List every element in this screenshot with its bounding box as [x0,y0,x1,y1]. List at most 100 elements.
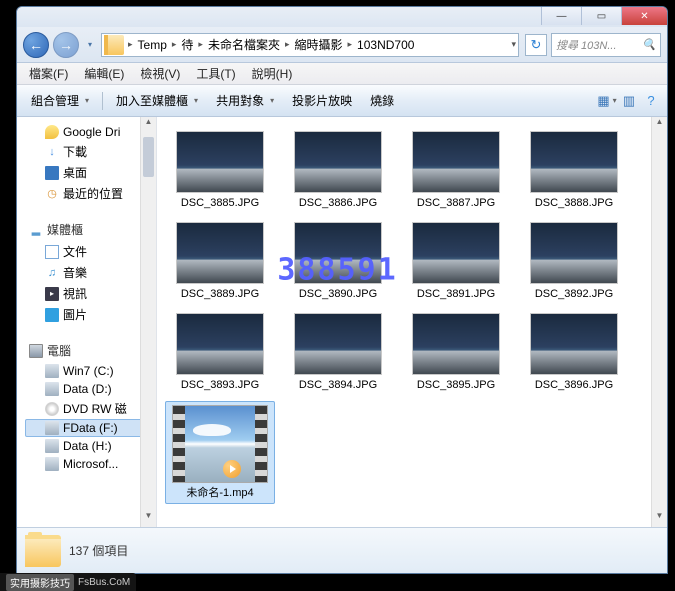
scroll-up-icon[interactable]: ▲ [141,117,156,133]
nav-scrollbar[interactable]: ▲ ▼ [140,117,156,527]
breadcrumb-seg[interactable]: Temp [135,34,170,56]
forward-button[interactable]: → [53,32,79,58]
scroll-thumb[interactable] [143,137,154,177]
file-name: DSC_3895.JPG [417,379,495,392]
file-item[interactable]: DSC_3887.JPG [401,127,511,214]
file-item[interactable]: DSC_3895.JPG [401,309,511,396]
file-item[interactable]: DSC_3885.JPG [165,127,275,214]
search-input[interactable]: 搜尋 103N... 🔍 [551,33,661,57]
file-name: DSC_3886.JPG [299,197,377,210]
menu-help[interactable]: 說明(H) [244,63,301,84]
sidebar-item-drive-h[interactable]: Data (H:) [25,437,156,455]
nav-history-dropdown[interactable]: ▾ [83,34,97,56]
image-thumbnail [412,313,500,375]
download-icon: ↓ [45,145,59,159]
separator [102,92,103,110]
chevron-right-icon[interactable]: ▸ [283,39,292,50]
close-button[interactable]: ✕ [621,7,667,25]
file-item[interactable]: DSC_3886.JPG [283,127,393,214]
image-thumbnail [530,313,618,375]
hdd-icon [45,382,59,396]
sidebar-item-label: 音樂 [63,264,87,281]
sidebar-item-documents[interactable]: 文件 [25,241,156,262]
file-name: DSC_3893.JPG [181,379,259,392]
sidebar-item-dvd[interactable]: DVD RW 磁 [25,398,156,419]
include-library-button[interactable]: 加入至媒體櫃 [108,89,206,112]
explorer-body: Google Dri ↓下載 桌面 ◷最近的位置 ▂媒體櫃 文件 ♫ 音樂 ▸視訊… [17,117,667,527]
sidebar-item-drive-c[interactable]: Win7 (C:) [25,362,156,380]
preview-pane-button[interactable]: ▥ [619,91,639,111]
libraries-header[interactable]: ▂媒體櫃 [25,218,156,241]
file-item[interactable]: DSC_3888.JPG [519,127,629,214]
file-item[interactable]: DSC_3890.JPG [283,218,393,305]
sidebar-item-videos[interactable]: ▸視訊 [25,283,156,304]
hdd-icon [45,439,59,453]
video-thumbnail [172,405,268,483]
image-thumbnail [412,131,500,193]
hdd-icon [45,364,59,378]
chevron-right-icon[interactable]: ▸ [126,39,135,50]
sidebar-item-label: 桌面 [63,164,87,181]
file-item[interactable]: DSC_3896.JPG [519,309,629,396]
file-name: DSC_3890.JPG [299,288,377,301]
menu-tools[interactable]: 工具(T) [188,63,243,84]
sidebar-item-pictures[interactable]: 圖片 [25,304,156,325]
content-scrollbar[interactable]: ▲ ▼ [651,117,667,527]
dvd-icon [45,402,59,416]
file-grid[interactable]: DSC_3885.JPGDSC_3886.JPGDSC_3887.JPGDSC_… [157,117,667,527]
sidebar-item-downloads[interactable]: ↓下載 [25,141,156,162]
chevron-right-icon[interactable]: ▸ [346,39,355,50]
sidebar-item-label: 文件 [63,243,87,260]
file-item[interactable]: DSC_3894.JPG [283,309,393,396]
title-bar: — ▭ ✕ [17,7,667,27]
back-button[interactable]: ← [23,32,49,58]
file-item[interactable]: 未命名-1.mp4 [165,401,275,504]
filmstrip-icon [255,406,267,482]
scroll-down-icon[interactable]: ▼ [141,511,156,527]
menu-view[interactable]: 檢視(V) [132,63,188,84]
breadcrumb-seg[interactable]: 縮時攝影 [292,34,346,56]
slideshow-button[interactable]: 投影片放映 [284,89,360,112]
burn-button[interactable]: 燒錄 [362,89,402,112]
computer-header[interactable]: 電腦 [25,339,156,362]
organize-button[interactable]: 組合管理 [23,89,97,112]
image-thumbnail [530,131,618,193]
menu-file[interactable]: 檔案(F) [21,63,76,84]
sidebar-item-drive-d[interactable]: Data (D:) [25,380,156,398]
view-mode-button[interactable]: ▦ [597,91,617,111]
menu-edit[interactable]: 編輯(E) [76,63,132,84]
chevron-right-icon[interactable]: ▸ [170,39,179,50]
sidebar-item-music[interactable]: ♫ 音樂 [25,262,156,283]
breadcrumb[interactable]: ▸ Temp ▸ 待 ▸ 未命名檔案夾 ▸ 縮時攝影 ▸ 103ND700 ▾ [101,33,519,57]
sidebar-item-label: 最近的位置 [63,185,123,202]
sidebar-item-desktop[interactable]: 桌面 [25,162,156,183]
scroll-down-icon[interactable]: ▼ [652,511,667,527]
sidebar-item-gdrive[interactable]: Google Dri [25,123,156,141]
file-item[interactable]: DSC_3892.JPG [519,218,629,305]
breadcrumb-seg[interactable]: 未命名檔案夾 [205,34,283,56]
file-item[interactable]: DSC_3891.JPG [401,218,511,305]
music-icon: ♫ [45,266,59,280]
picture-icon [45,308,59,322]
help-button[interactable]: ? [641,91,661,111]
file-name: DSC_3889.JPG [181,288,259,301]
sidebar-item-drive-ms[interactable]: Microsof... [25,455,156,473]
sidebar-item-drive-f[interactable]: FData (F:) [25,419,156,437]
file-item[interactable]: DSC_3893.JPG [165,309,275,396]
gdrive-icon [45,125,59,139]
file-name: DSC_3888.JPG [535,197,613,210]
computer-group: 電腦 Win7 (C:) Data (D:) DVD RW 磁 FData (F… [17,333,156,481]
sidebar-item-recent[interactable]: ◷最近的位置 [25,183,156,204]
breadcrumb-seg[interactable]: 103ND700 [354,34,417,56]
scroll-up-icon[interactable]: ▲ [652,117,667,133]
minimize-button[interactable]: — [541,7,581,25]
chevron-down-icon[interactable]: ▾ [509,39,518,50]
share-button[interactable]: 共用對象 [208,89,282,112]
sidebar-item-label: Data (D:) [63,382,112,396]
refresh-button[interactable]: ↻ [525,34,547,56]
breadcrumb-seg[interactable]: 待 [178,34,196,56]
file-item[interactable]: DSC_3889.JPG [165,218,275,305]
file-name: DSC_3885.JPG [181,197,259,210]
maximize-button[interactable]: ▭ [581,7,621,25]
chevron-right-icon[interactable]: ▸ [196,39,205,50]
